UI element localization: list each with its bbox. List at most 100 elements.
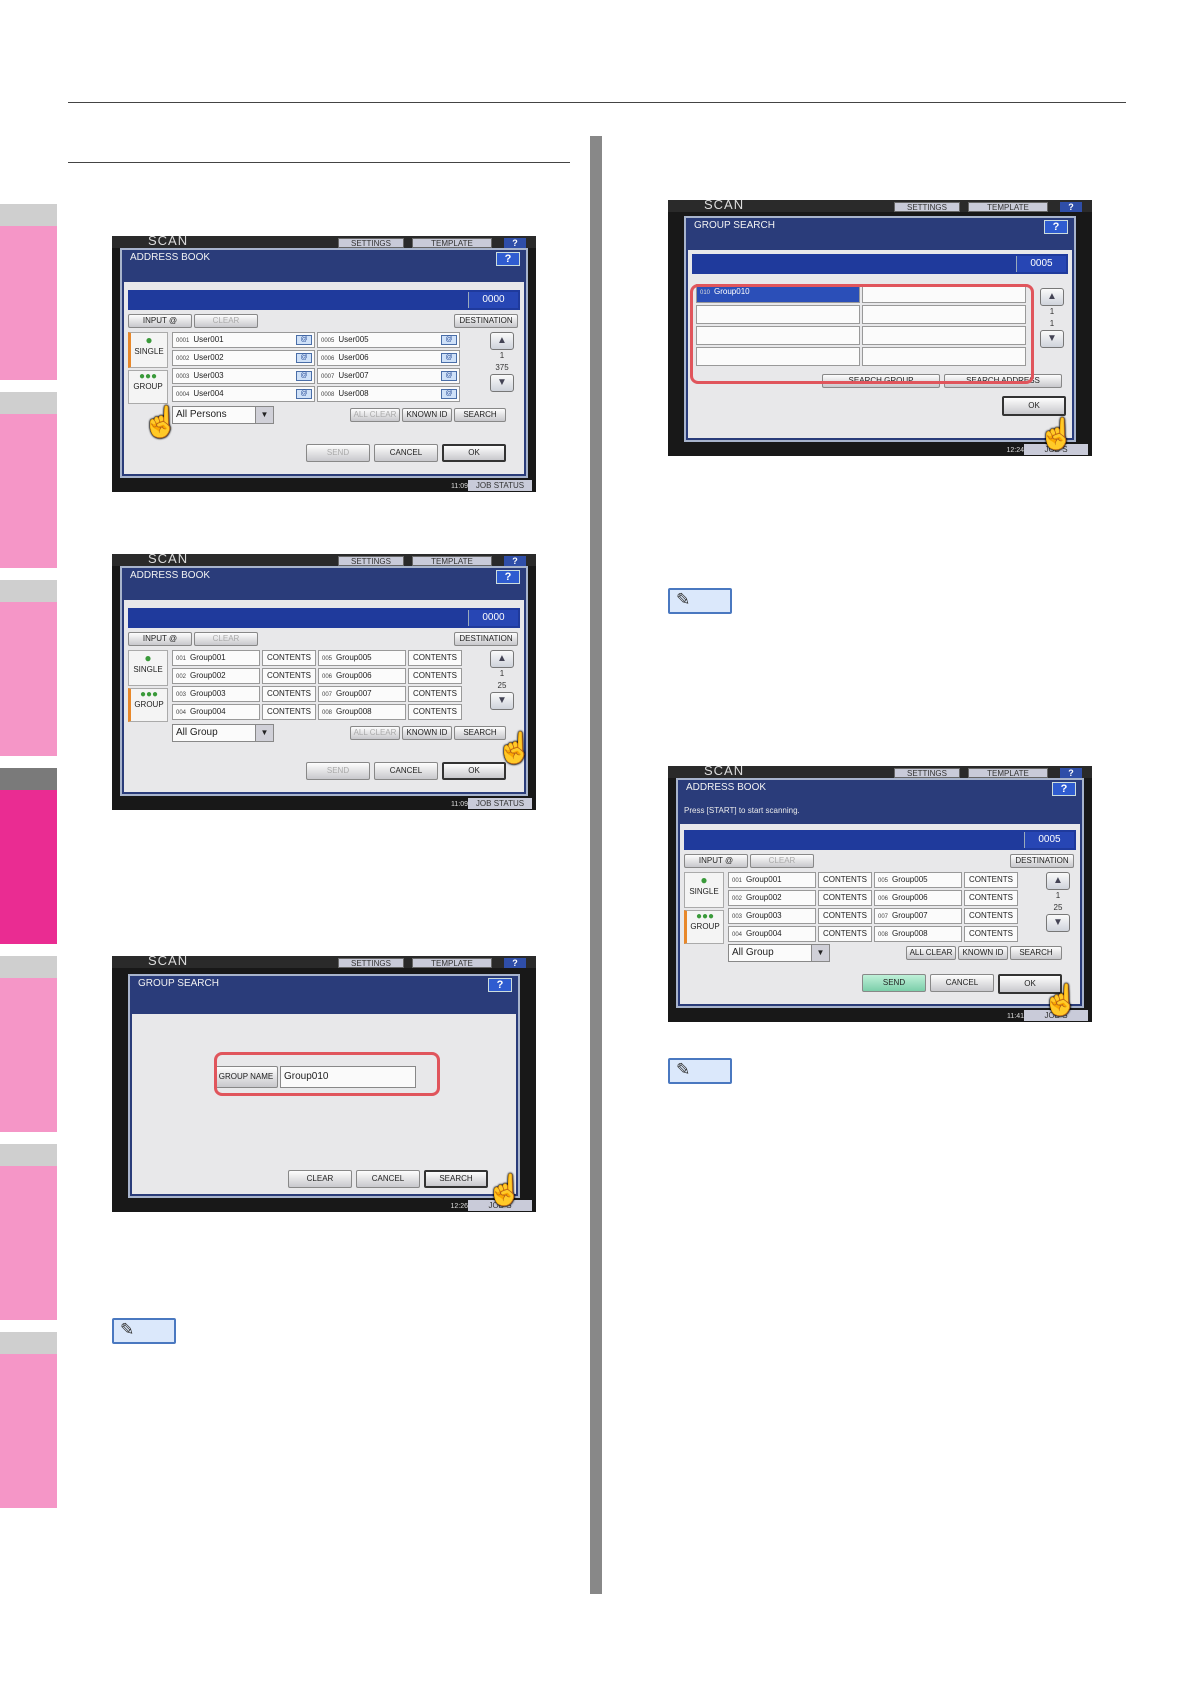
list-item[interactable]: 003 Group003: [172, 686, 260, 702]
clear-button[interactable]: CLEAR: [194, 632, 258, 646]
list-item[interactable]: 004 Group004: [172, 704, 260, 720]
settings-button[interactable]: SETTINGS: [894, 768, 960, 778]
contents-button[interactable]: CONTENTS: [408, 686, 462, 702]
template-button[interactable]: TEMPLATE: [968, 202, 1048, 212]
tab-single[interactable]: ● SINGLE: [684, 872, 724, 908]
clear-button[interactable]: CLEAR: [750, 854, 814, 868]
template-button[interactable]: TEMPLATE: [412, 556, 492, 566]
destination-button[interactable]: DESTINATION: [454, 314, 518, 328]
contents-button[interactable]: CONTENTS: [964, 890, 1018, 906]
list-item[interactable]: 0007 User007 @: [317, 368, 460, 384]
contents-button[interactable]: CONTENTS: [818, 890, 872, 906]
contents-button[interactable]: CONTENTS: [262, 650, 316, 666]
list-item[interactable]: 002 Group002: [728, 890, 816, 906]
settings-button[interactable]: SETTINGS: [894, 202, 960, 212]
tab-group[interactable]: ●●● GROUP: [128, 370, 168, 404]
list-item[interactable]: 0004 User004 @: [172, 386, 315, 402]
all-clear-button[interactable]: ALL CLEAR: [350, 726, 400, 740]
filter-select[interactable]: All Group ▼: [728, 944, 830, 962]
tab-group[interactable]: ●●● GROUP: [128, 688, 168, 722]
clear-button[interactable]: CLEAR: [288, 1170, 352, 1188]
scroll-down-button[interactable]: ▼: [1040, 330, 1064, 348]
side-tab-3[interactable]: [0, 602, 57, 756]
contents-button[interactable]: CONTENTS: [262, 704, 316, 720]
list-item[interactable]: 004 Group004: [728, 926, 816, 942]
scroll-up-button[interactable]: ▲: [1046, 872, 1070, 890]
list-item[interactable]: 0003 User003 @: [172, 368, 315, 384]
list-item[interactable]: 008 Group008: [874, 926, 962, 942]
send-button[interactable]: SEND: [306, 444, 370, 462]
list-item[interactable]: 005 Group005: [874, 872, 962, 888]
template-button[interactable]: TEMPLATE: [412, 238, 492, 248]
filter-select[interactable]: All Group ▼: [172, 724, 274, 742]
scroll-down-button[interactable]: ▼: [1046, 914, 1070, 932]
help-icon[interactable]: ?: [504, 556, 526, 566]
destination-button[interactable]: DESTINATION: [1010, 854, 1074, 868]
list-item[interactable]: 0005 User005 @: [317, 332, 460, 348]
help-icon[interactable]: ?: [1044, 220, 1068, 234]
all-clear-button[interactable]: ALL CLEAR: [906, 946, 956, 960]
known-id-button[interactable]: KNOWN ID: [402, 408, 452, 422]
clear-button[interactable]: CLEAR: [194, 314, 258, 328]
list-item[interactable]: 006 Group006: [318, 668, 406, 684]
cancel-button[interactable]: CANCEL: [374, 444, 438, 462]
ok-button[interactable]: OK: [1002, 396, 1066, 416]
tab-single[interactable]: ● SINGLE: [128, 332, 168, 368]
contents-button[interactable]: CONTENTS: [818, 872, 872, 888]
contents-button[interactable]: CONTENTS: [262, 668, 316, 684]
contents-button[interactable]: CONTENTS: [408, 668, 462, 684]
side-tab-2[interactable]: [0, 414, 57, 568]
list-item[interactable]: 001 Group001: [172, 650, 260, 666]
list-item[interactable]: 007 Group007: [874, 908, 962, 924]
all-clear-button[interactable]: ALL CLEAR: [350, 408, 400, 422]
cancel-button[interactable]: CANCEL: [374, 762, 438, 780]
known-id-button[interactable]: KNOWN ID: [958, 946, 1008, 960]
contents-button[interactable]: CONTENTS: [818, 926, 872, 942]
side-tab-1[interactable]: [0, 226, 57, 380]
input-at-button[interactable]: INPUT @: [684, 854, 748, 868]
contents-button[interactable]: CONTENTS: [408, 650, 462, 666]
search-button[interactable]: SEARCH: [1010, 946, 1062, 960]
help-icon[interactable]: ?: [496, 252, 520, 266]
list-item[interactable]: 003 Group003: [728, 908, 816, 924]
contents-button[interactable]: CONTENTS: [818, 908, 872, 924]
send-button[interactable]: SEND: [862, 974, 926, 992]
contents-button[interactable]: CONTENTS: [262, 686, 316, 702]
help-icon[interactable]: ?: [504, 958, 526, 968]
contents-button[interactable]: CONTENTS: [964, 926, 1018, 942]
job-status-button[interactable]: JOB STATUS: [468, 798, 532, 809]
send-button[interactable]: SEND: [306, 762, 370, 780]
list-item[interactable]: 0006 User006 @: [317, 350, 460, 366]
list-item[interactable]: 006 Group006: [874, 890, 962, 906]
filter-select[interactable]: All Persons ▼: [172, 406, 274, 424]
input-at-button[interactable]: INPUT @: [128, 314, 192, 328]
known-id-button[interactable]: KNOWN ID: [402, 726, 452, 740]
list-item[interactable]: 0008 User008 @: [317, 386, 460, 402]
settings-button[interactable]: SETTINGS: [338, 238, 404, 248]
job-status-button[interactable]: JOB STATUS: [468, 480, 532, 491]
scroll-down-button[interactable]: ▼: [490, 692, 514, 710]
template-button[interactable]: TEMPLATE: [968, 768, 1048, 778]
help-icon[interactable]: ?: [496, 570, 520, 584]
side-tab-4-active[interactable]: [0, 790, 57, 944]
side-tab-7[interactable]: [0, 1354, 57, 1508]
tab-group[interactable]: ●●● GROUP: [684, 910, 724, 944]
side-tab-5[interactable]: [0, 978, 57, 1132]
settings-button[interactable]: SETTINGS: [338, 556, 404, 566]
cancel-button[interactable]: CANCEL: [356, 1170, 420, 1188]
scroll-up-button[interactable]: ▲: [1040, 288, 1064, 306]
list-item[interactable]: 007 Group007: [318, 686, 406, 702]
list-item[interactable]: 001 Group001: [728, 872, 816, 888]
scroll-down-button[interactable]: ▼: [490, 374, 514, 392]
contents-button[interactable]: CONTENTS: [964, 872, 1018, 888]
contents-button[interactable]: CONTENTS: [408, 704, 462, 720]
search-button[interactable]: SEARCH: [424, 1170, 488, 1188]
scroll-up-button[interactable]: ▲: [490, 650, 514, 668]
scroll-up-button[interactable]: ▲: [490, 332, 514, 350]
settings-button[interactable]: SETTINGS: [338, 958, 404, 968]
input-at-button[interactable]: INPUT @: [128, 632, 192, 646]
list-item[interactable]: 002 Group002: [172, 668, 260, 684]
template-button[interactable]: TEMPLATE: [412, 958, 492, 968]
tab-single[interactable]: ● SINGLE: [128, 650, 168, 686]
ok-button[interactable]: OK: [442, 444, 506, 462]
